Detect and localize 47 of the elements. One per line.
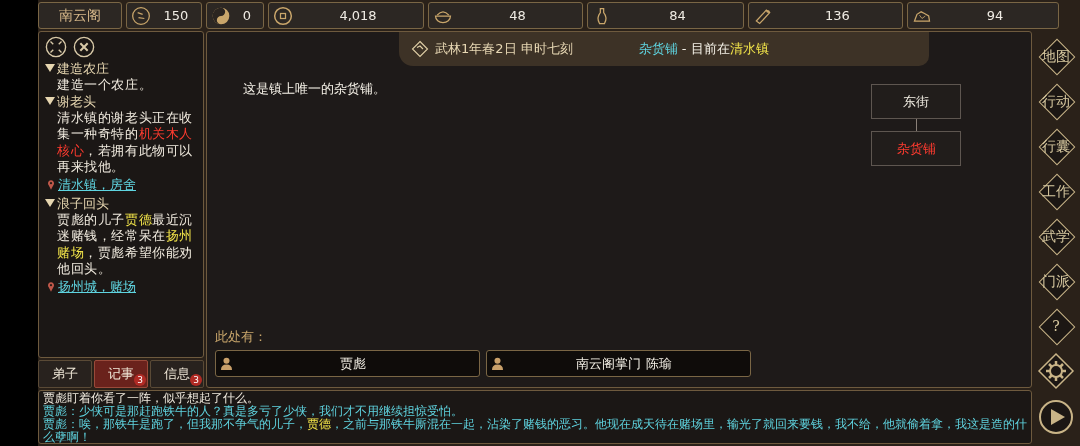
log-line: 贾彪：唉，那铁牛是跑了，但我那不争气的儿子，贾德，之前与那铁牛厮混在一起，沾染了赌钱的恶习。他现在成天待在赌场里，输光了就回来要钱，我不给，他就偷着拿，我这是造的什么孽啊！ — [43, 418, 1027, 443]
location-pin-icon — [47, 179, 55, 191]
compass-icon — [411, 40, 429, 58]
quest-description: 清水镇的谢老头正在收集一种奇特的机关木人核心，若拥有此物可以再来找他。 — [57, 109, 194, 176]
log-line: 贾彪：少侠可是那赶跑铁牛的人？真是多亏了少侠，我们才不用继续担惊受怕。 — [43, 405, 463, 418]
connector-line — [915, 119, 917, 131]
quest-title[interactable]: 浪子回头 — [57, 195, 109, 211]
map-node[interactable]: 杂货铺 — [871, 131, 961, 166]
quest-description: 贾彪的儿子贾德最近沉迷赌钱，经常呆在扬州赌场，贾彪希望你能劝他回头。 — [57, 211, 194, 278]
resource-value: 84 — [668, 8, 687, 23]
resource-value: 4,018 — [338, 8, 378, 23]
quest-title[interactable]: 谢老头 — [57, 93, 96, 109]
map-node[interactable]: 东街 — [871, 84, 961, 119]
section-label: 此处有： — [215, 329, 268, 346]
resource-value: 0 — [241, 8, 253, 23]
location-pin-icon — [47, 281, 55, 293]
date-text: 武林1年春2日 申时七刻 — [435, 40, 573, 58]
panel-tab[interactable]: 信息 3 — [150, 360, 204, 388]
play-icon[interactable] — [1038, 399, 1074, 435]
yin-yang-icon — [211, 5, 231, 26]
count-badge: 3 — [134, 374, 146, 386]
resource-value: 150 — [162, 8, 190, 23]
resource-value: 136 — [824, 8, 851, 23]
panel-tab[interactable]: 记事 3 — [94, 360, 148, 388]
location-link[interactable]: 扬州城，赌场 — [58, 278, 136, 296]
quest-description: 建造一个农庄。 — [57, 77, 154, 94]
log-line: 贾彪盯着你看了一阵，似乎想起了什么。 — [43, 392, 259, 405]
person-icon — [221, 357, 232, 370]
npc-button[interactable]: 南云阁掌门 陈瑜 — [486, 350, 751, 377]
close-icon[interactable] — [73, 36, 95, 58]
person-icon — [492, 357, 503, 370]
npc-button[interactable]: 贾彪 — [215, 350, 480, 377]
panel-tab[interactable]: 弟子 — [38, 360, 92, 388]
expand-triangle-icon[interactable] — [45, 63, 55, 73]
collapse-icon[interactable] — [45, 36, 67, 58]
scene-description: 这是镇上唯一的杂货铺。 — [243, 80, 387, 98]
settings-icon[interactable] — [1036, 351, 1076, 391]
coin-icon — [273, 5, 293, 26]
count-badge: 3 — [190, 374, 202, 386]
resource-value: 94 — [985, 8, 1005, 23]
expand-triangle-icon[interactable] — [45, 197, 55, 208]
quest-title[interactable]: 建造农庄 — [57, 61, 109, 76]
sect-button[interactable]: 南云阁 — [38, 2, 122, 29]
expand-triangle-icon[interactable] — [45, 95, 55, 106]
location-link[interactable]: 清水镇，房舍 — [58, 176, 136, 194]
location-text: 杂货铺 - 目前在清水镇 — [638, 40, 769, 58]
resource-value: 48 — [508, 8, 527, 23]
